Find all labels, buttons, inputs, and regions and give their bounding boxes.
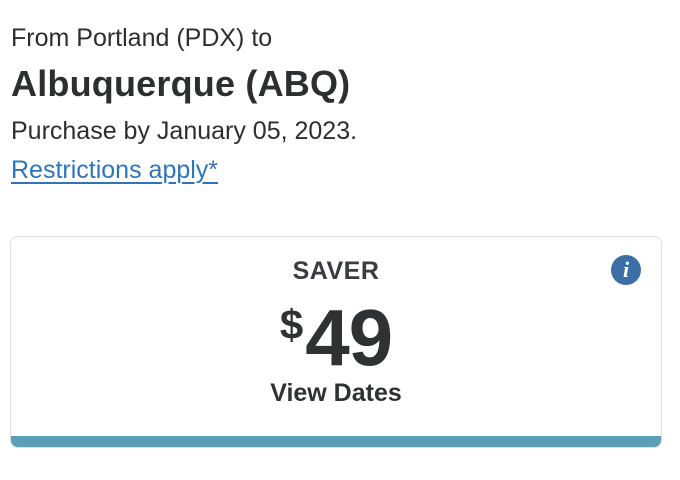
fare-card-accent-bar — [11, 436, 661, 447]
route-summary: From Portland (PDX) to Albuquerque (ABQ)… — [11, 18, 661, 188]
price-amount: 49 — [305, 293, 393, 382]
info-icon[interactable]: i — [611, 255, 641, 285]
view-dates-button[interactable]: View Dates — [11, 379, 661, 408]
purchase-deadline: Purchase by January 05, 2023. — [11, 117, 358, 145]
destination-title: Albuquerque (ABQ) — [11, 63, 351, 104]
origin-line: From Portland (PDX) to — [11, 24, 273, 52]
restrictions-link[interactable]: Restrictions apply* — [11, 152, 218, 188]
fare-price: $49 — [11, 293, 661, 383]
currency-symbol: $ — [279, 301, 304, 348]
fare-title: SAVER — [292, 257, 380, 285]
fare-card-saver[interactable]: SAVER $49 View Dates i — [10, 236, 662, 448]
